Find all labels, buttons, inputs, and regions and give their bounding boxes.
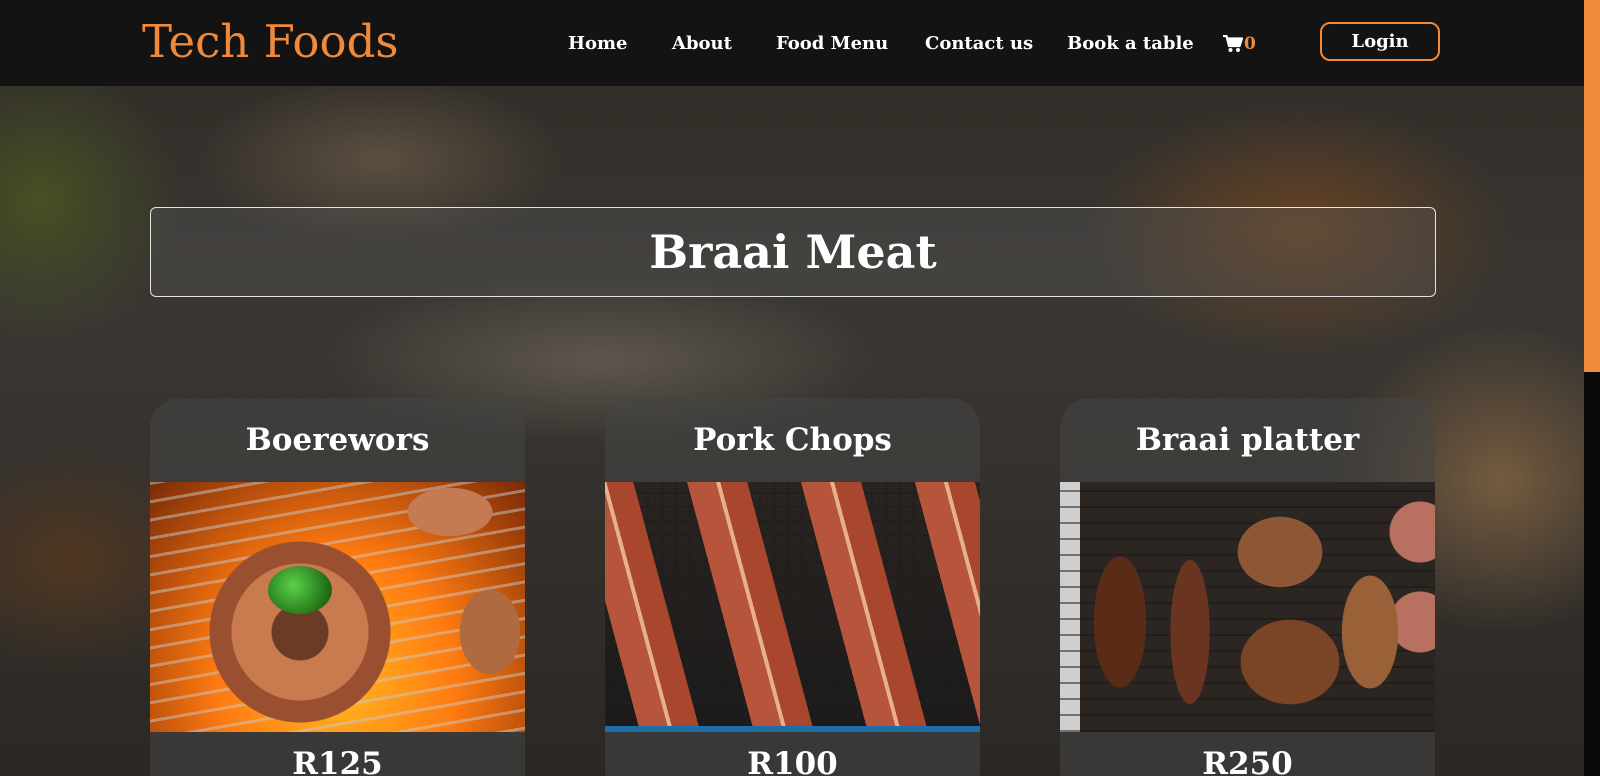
nav-home[interactable]: Home — [568, 32, 628, 56]
nav-about[interactable]: About — [672, 32, 732, 56]
nav-contact-us[interactable]: Contact us — [925, 32, 1033, 56]
login-button[interactable]: Login — [1320, 22, 1440, 61]
card-price: R100 — [747, 746, 838, 776]
food-image-boerewors — [150, 482, 525, 732]
card-price: R125 — [292, 746, 383, 776]
cart-icon — [1223, 35, 1243, 53]
card-footer: R125 — [150, 732, 525, 776]
logo[interactable]: Tech Foods — [142, 14, 399, 70]
cart-button[interactable]: 0 — [1223, 32, 1256, 56]
nav-book-a-table[interactable]: Book a table — [1067, 32, 1194, 56]
nav-food-menu[interactable]: Food Menu — [776, 32, 888, 56]
cart-count: 0 — [1244, 34, 1256, 54]
garnish-decoration — [268, 566, 332, 614]
page-title: Braai Meat — [649, 225, 937, 279]
scrollbar-thumb[interactable] — [1584, 0, 1600, 372]
food-image-braai-platter — [1060, 482, 1435, 732]
card-header: Pork Chops — [605, 398, 980, 482]
menu-card-braai-platter[interactable]: Braai platter R250 — [1060, 398, 1435, 776]
menu-card-pork-chops[interactable]: Pork Chops R100 — [605, 398, 980, 776]
image-caption-strip — [605, 726, 980, 732]
card-header: Boerewors — [150, 398, 525, 482]
card-title: Braai platter — [1135, 422, 1360, 458]
food-image-pork-chops — [605, 482, 980, 732]
card-title: Pork Chops — [693, 422, 892, 458]
card-title: Boerewors — [245, 422, 430, 458]
card-price: R250 — [1202, 746, 1293, 776]
card-header: Braai platter — [1060, 398, 1435, 482]
header: Tech Foods Home About Food Menu Contact … — [0, 0, 1584, 86]
page-title-box: Braai Meat — [150, 207, 1436, 297]
card-footer: R250 — [1060, 732, 1435, 776]
card-footer: R100 — [605, 732, 980, 776]
menu-card-boerewors[interactable]: Boerewors R125 — [150, 398, 525, 776]
